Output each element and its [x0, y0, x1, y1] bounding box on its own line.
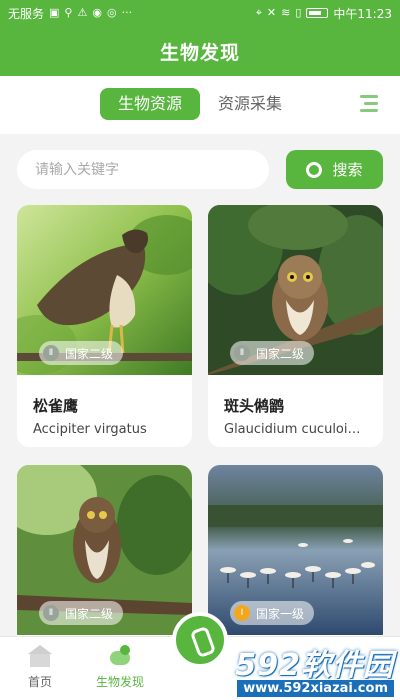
nav-discovery-label: 生物发现 [95, 675, 144, 689]
carrier-label: 无服务 [8, 6, 45, 21]
badge-label: 国家一级 [256, 606, 305, 621]
warning-icon: ⚠ [77, 6, 88, 19]
nav-discovery[interactable]: 生物发现 [88, 645, 152, 690]
tab-bar: 生物资源 资源采集 [0, 76, 400, 134]
species-card[interactable]: Ⅱ 国家二级 松雀鹰 Accipiter virgatus [17, 205, 192, 447]
usb-icon: ⚲ [64, 6, 73, 19]
nav-home[interactable]: 首页 [16, 645, 64, 690]
protection-level-badge: Ⅱ 国家二级 [39, 341, 124, 365]
badge-label: 国家二级 [256, 346, 305, 361]
level-icon: Ⅱ [234, 345, 250, 361]
species-photo: Ⅰ 国家一级 [208, 465, 383, 635]
level-icon: Ⅱ [43, 605, 59, 621]
species-photo: Ⅱ 国家二级 [208, 205, 383, 375]
filter-menu-icon[interactable] [360, 95, 378, 113]
species-photo: Ⅱ 国家二级 [17, 465, 192, 635]
species-latin-name: Accipiter virgatus [33, 422, 147, 437]
badge-label: 国家二级 [65, 606, 114, 621]
tab-resource-collection[interactable]: 资源采集 [208, 88, 292, 120]
species-latin-name: Glaucidium cuculoides [224, 422, 371, 437]
species-card[interactable]: Ⅱ 国家二级 [17, 465, 192, 645]
watermark-url: www.592xiazai.com [237, 680, 394, 697]
watermark: 592软件园 www.592xiazai.com [196, 640, 400, 700]
species-name: 松雀鹰 [33, 397, 79, 415]
app-icon: ◉ [92, 6, 102, 19]
search-input[interactable] [17, 150, 269, 189]
search-row: 搜索 [0, 134, 400, 204]
home-icon [28, 645, 52, 667]
search-icon [306, 161, 323, 178]
mute-icon: ✕ [266, 6, 277, 19]
page-title: 生物发现 [0, 26, 400, 76]
watermark-brand: 592软件园 [235, 648, 394, 683]
location-icon: ⌖ [255, 6, 262, 19]
discovery-icon [108, 645, 132, 667]
search-button[interactable]: 搜索 [286, 150, 383, 189]
sim-icon: ▣ [49, 6, 60, 19]
status-bar: 无服务 ▣ ⚲ ⚠ ◉ ◎ ··· ⌖ ✕ ≋ ▯ 中午11:23 [0, 0, 400, 26]
more-icon: ··· [121, 6, 133, 19]
nav-home-label: 首页 [27, 675, 52, 689]
protection-level-badge: Ⅱ 国家二级 [39, 601, 124, 625]
species-card[interactable]: Ⅱ 国家二级 斑头鸺鹠 Glaucidium cuculoides [208, 205, 383, 447]
tab-biological-resources[interactable]: 生物资源 [100, 88, 200, 120]
species-name: 斑头鸺鹠 [224, 397, 285, 415]
species-card[interactable]: Ⅰ 国家一级 [208, 465, 383, 645]
browser-icon: ◎ [106, 6, 117, 19]
protection-level-badge: Ⅱ 国家二级 [230, 341, 315, 365]
badge-label: 国家二级 [65, 346, 114, 361]
species-photo: Ⅱ 国家二级 [17, 205, 192, 375]
battery-icon [306, 8, 329, 18]
level-icon: Ⅱ [43, 345, 59, 361]
level-icon: Ⅰ [234, 605, 250, 621]
clock: 中午11:23 [333, 6, 392, 21]
wifi-icon: ≋ [281, 6, 291, 19]
search-button-label: 搜索 [332, 161, 363, 179]
protection-level-badge: Ⅰ 国家一级 [230, 601, 315, 625]
nosim-icon: ▯ [295, 6, 302, 19]
